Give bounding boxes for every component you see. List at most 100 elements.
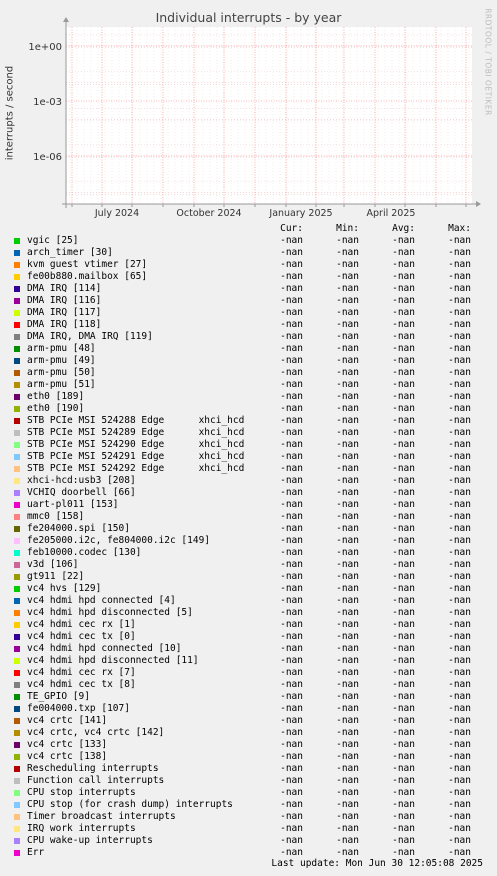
legend-row: DMA IRQ [117] -nan -nan -nan -nan (0, 307, 497, 319)
last-update: Last update: Mon Jun 30 12:05:08 2025 (271, 858, 483, 869)
legend-value-cur: -nan (280, 703, 303, 714)
legend-value-min: -nan (336, 499, 359, 510)
legend-value-min: -nan (336, 295, 359, 306)
legend-swatch (14, 382, 20, 388)
legend-value-avg: -nan (392, 355, 415, 366)
legend-value-max: -nan (448, 835, 471, 846)
legend-series-name: STB PCIe MSI 524288 Edge xhci_hcd (27, 415, 245, 426)
legend-series-name: vc4 hdmi hpd connected [10] (27, 643, 182, 654)
y-tick-label: 1e+00 (28, 42, 62, 53)
legend-value-max: -nan (448, 595, 471, 606)
legend-row: kvm guest vtimer [27] -nan -nan -nan -nan (0, 259, 497, 271)
legend-swatch (14, 622, 20, 628)
legend-value-avg: -nan (392, 415, 415, 426)
legend-swatch (14, 358, 20, 364)
header-min: Min: (336, 223, 359, 234)
legend-series-name: fe204000.spi [150] (27, 523, 130, 534)
legend-value-cur: -nan (280, 247, 303, 258)
legend-swatch (14, 682, 20, 688)
legend-row: fe204000.spi [150] -nan -nan -nan -nan (0, 523, 497, 535)
legend-value-avg: -nan (392, 787, 415, 798)
legend-value-min: -nan (336, 715, 359, 726)
legend-value-cur: -nan (280, 727, 303, 738)
legend-value-cur: -nan (280, 427, 303, 438)
legend-value-min: -nan (336, 559, 359, 570)
legend-row: arm-pmu [50] -nan -nan -nan -nan (0, 367, 497, 379)
legend-series-name: STB PCIe MSI 524291 Edge xhci_hcd (27, 451, 245, 462)
legend-row: vc4 hdmi hpd disconnected [5] -nan -nan -na… (0, 607, 497, 619)
legend-row: mmc0 [158] -nan -nan -nan -nan (0, 511, 497, 523)
legend-series-name: DMA IRQ [118] (27, 319, 102, 330)
legend-value-max: -nan (448, 487, 471, 498)
legend-swatch (14, 502, 20, 508)
legend-value-cur: -nan (280, 799, 303, 810)
legend-value-max: -nan (448, 715, 471, 726)
legend-series-name: fe205000.i2c, fe804000.i2c [149] (27, 535, 211, 546)
legend-value-cur: -nan (280, 391, 303, 402)
legend-row: vc4 hdmi cec tx [8] -nan -nan -nan -nan (0, 679, 497, 691)
legend-swatch (14, 658, 20, 664)
y-tick-label: 1e-06 (33, 152, 62, 163)
legend-value-cur: -nan (280, 811, 303, 822)
legend-swatch (14, 394, 20, 400)
legend-value-cur: -nan (280, 547, 303, 558)
legend-value-cur: -nan (280, 643, 303, 654)
x-tick-label: October 2024 (176, 208, 241, 219)
legend-value-max: -nan (448, 271, 471, 282)
x-tick-label: July 2024 (94, 208, 139, 219)
legend-series-name: arm-pmu [50] (27, 367, 96, 378)
legend-row: fe004000.txp [107] -nan -nan -nan -nan (0, 703, 497, 715)
legend-value-max: -nan (448, 823, 471, 834)
legend-swatch (14, 826, 20, 832)
legend-row: v3d [106] -nan -nan -nan -nan (0, 559, 497, 571)
legend-value-avg: -nan (392, 487, 415, 498)
legend-value-avg: -nan (392, 799, 415, 810)
legend-series-name: mmc0 [158] (27, 511, 85, 522)
legend-value-min: -nan (336, 691, 359, 702)
legend-series-name: vc4 hdmi cec tx [0] (27, 631, 136, 642)
legend-row: STB PCIe MSI 524291 Edge xhci_hcd -nan -na… (0, 451, 497, 463)
legend-value-min: -nan (336, 259, 359, 270)
legend-value-cur: -nan (280, 283, 303, 294)
legend-value-avg: -nan (392, 523, 415, 534)
legend-row: CPU stop (for crash dump) interrupts -nan… (0, 799, 497, 811)
legend-value-avg: -nan (392, 283, 415, 294)
legend-swatch (14, 802, 20, 808)
legend-value-avg: -nan (392, 331, 415, 342)
legend-series-name: vc4 hdmi hpd disconnected [5] (27, 607, 193, 618)
legend-value-max: -nan (448, 439, 471, 450)
legend-swatch (14, 850, 20, 856)
legend-value-cur: -nan (280, 331, 303, 342)
legend-swatch (14, 586, 20, 592)
legend-value-min: -nan (336, 331, 359, 342)
legend-value-cur: -nan (280, 367, 303, 378)
legend-swatch (14, 634, 20, 640)
legend-row: eth0 [190] -nan -nan -nan -nan (0, 403, 497, 415)
legend-value-min: -nan (336, 487, 359, 498)
legend-value-min: -nan (336, 235, 359, 246)
legend-series-name: CPU stop interrupts (27, 787, 136, 798)
legend-value-cur: -nan (280, 715, 303, 726)
legend-value-max: -nan (448, 295, 471, 306)
legend-series-name: CPU wake-up interrupts (27, 835, 153, 846)
legend-row: arm-pmu [51] -nan -nan -nan -nan (0, 379, 497, 391)
legend-value-min: -nan (336, 355, 359, 366)
legend-value-avg: -nan (392, 751, 415, 762)
legend-value-min: -nan (336, 583, 359, 594)
legend-series-name: fe004000.txp [107] (27, 703, 130, 714)
legend-row: STB PCIe MSI 524290 Edge xhci_hcd -nan -na… (0, 439, 497, 451)
legend-swatch (14, 298, 20, 304)
legend-value-max: -nan (448, 811, 471, 822)
legend-value-max: -nan (448, 775, 471, 786)
legend-value-avg: -nan (392, 247, 415, 258)
legend-swatch (14, 766, 20, 772)
legend-value-avg: -nan (392, 547, 415, 558)
legend-value-min: -nan (336, 367, 359, 378)
legend-series-name: DMA IRQ, DMA IRQ [119] (27, 331, 153, 342)
legend-value-max: -nan (448, 499, 471, 510)
legend-row: vc4 crtc [133] -nan -nan -nan -nan (0, 739, 497, 751)
x-axis-arrow (476, 201, 481, 207)
legend-row: vc4 crtc, vc4 crtc [142] -nan -nan -nan -nan (0, 727, 497, 739)
legend-value-max: -nan (448, 619, 471, 630)
legend-row: TE_GPIO [9] -nan -nan -nan -nan (0, 691, 497, 703)
